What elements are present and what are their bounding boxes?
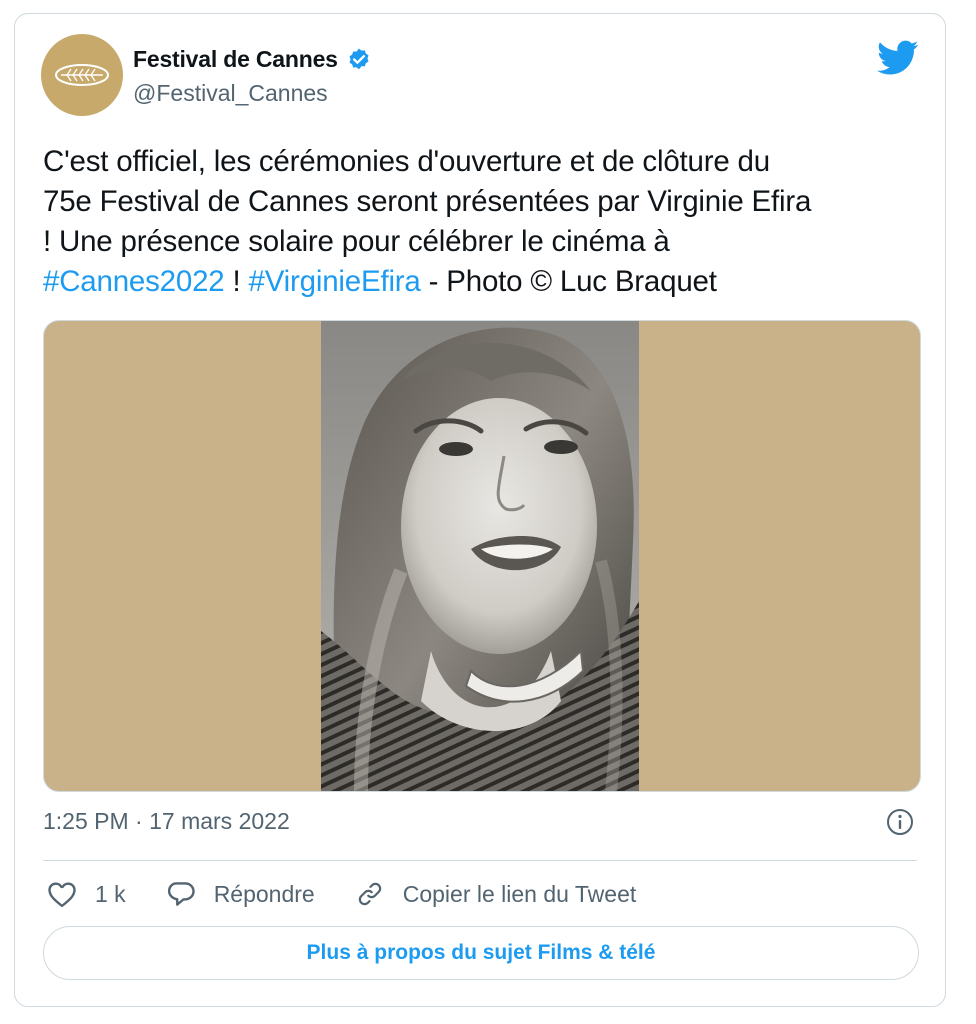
copy-link-button[interactable]: Copier le lien du Tweet	[355, 880, 637, 908]
palm-leaf-icon	[55, 64, 109, 86]
tweet-text-segment: !	[224, 265, 249, 298]
tweet-text-line: C'est officiel, les cérémonies d'ouvertu…	[43, 145, 770, 178]
tweet-text: C'est officiel, les cérémonies d'ouvertu…	[43, 142, 933, 302]
tweet-media[interactable]	[43, 320, 921, 792]
display-name[interactable]: Festival de Cannes	[133, 46, 338, 73]
portrait-photo[interactable]	[321, 321, 639, 791]
tweet-actions: 1 k Répondre Copier le lien du Tweet	[47, 874, 676, 914]
tweet-text-line: #Cannes2022 ! #VirginieEfira - Photo © L…	[43, 262, 933, 302]
copy-link-label: Copier le lien du Tweet	[402, 880, 637, 907]
reply-bubble-icon	[167, 882, 195, 906]
reply-label: Répondre	[213, 880, 315, 907]
portrait-illustration	[321, 321, 639, 791]
twitter-bird-icon[interactable]	[877, 40, 919, 76]
tweet-card: Festival de Cannes @Festival_Cannes C'es…	[14, 13, 946, 1007]
hashtag-link[interactable]: #VirginieEfira	[249, 265, 421, 298]
avatar[interactable]	[41, 34, 123, 116]
more-about-topic-button[interactable]: Plus à propos du sujet Films & télé	[43, 926, 919, 980]
divider	[43, 860, 917, 861]
like-button[interactable]: 1 k	[47, 880, 126, 908]
info-icon[interactable]	[885, 807, 915, 837]
tweet-text-line: 75e Festival de Cannes seront présentées…	[43, 185, 812, 218]
link-icon	[358, 882, 381, 906]
reply-button[interactable]: Répondre	[166, 880, 315, 908]
like-count: 1 k	[95, 880, 126, 907]
verified-badge-icon	[349, 48, 369, 69]
author-handle[interactable]: @Festival_Cannes	[133, 80, 328, 107]
tweet-text-line: ! Une présence solaire pour célébrer le …	[43, 225, 670, 258]
heart-icon	[48, 882, 76, 908]
hashtag-link[interactable]: #Cannes2022	[43, 265, 225, 298]
author-name-row[interactable]: Festival de Cannes	[133, 46, 372, 73]
tweet-timestamp[interactable]: 1:25 PM · 17 mars 2022	[43, 808, 290, 835]
tweet-text-segment: - Photo © Luc Braquet	[420, 265, 717, 298]
